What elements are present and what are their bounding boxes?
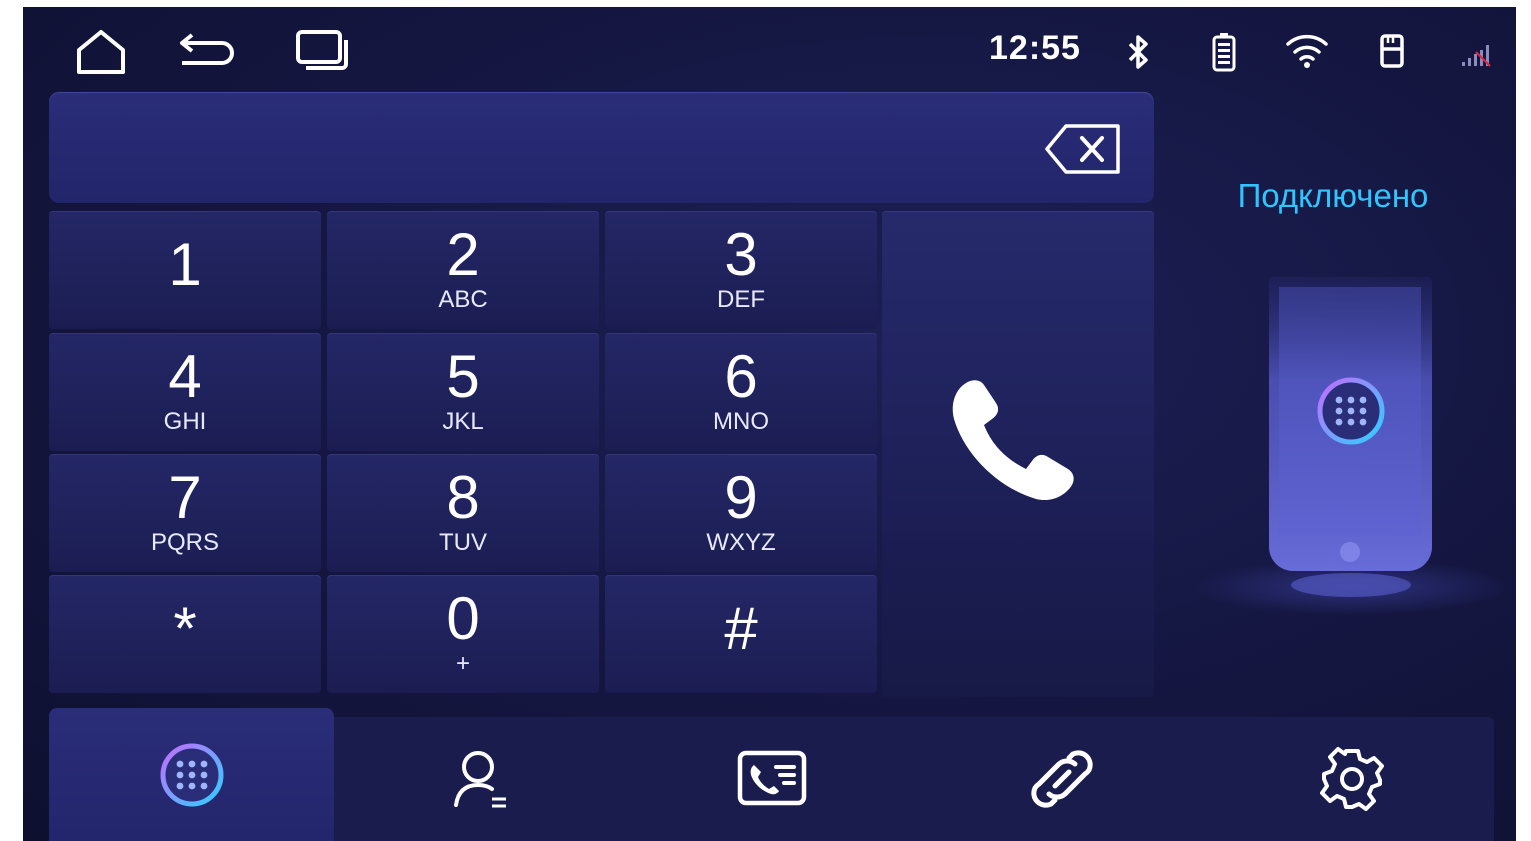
key-letters: MNO	[713, 408, 769, 435]
tab-call-log[interactable]	[629, 717, 914, 841]
key-letters: +	[455, 650, 470, 677]
home-icon[interactable]	[73, 27, 129, 77]
clock: 12:55	[989, 29, 1081, 67]
key-9[interactable]: 9 WXYZ	[605, 454, 877, 572]
key-6[interactable]: 6 MNO	[605, 333, 877, 451]
link-icon	[1030, 750, 1093, 808]
key-digit: 1	[168, 231, 202, 298]
key-4[interactable]: 4 GHI	[49, 333, 321, 451]
key-5[interactable]: 5 JKL	[327, 333, 599, 451]
key-star[interactable]: *	[49, 575, 321, 693]
key-letters: JKL	[442, 408, 484, 435]
bluetooth-icon	[1123, 33, 1153, 71]
connection-status: Подключено	[1237, 177, 1429, 214]
key-7[interactable]: 7 PQRS	[49, 454, 321, 572]
contacts-icon	[453, 751, 506, 808]
call-log-icon	[737, 750, 806, 806]
bottom-navigation	[49, 708, 1494, 841]
phone-handset-icon	[952, 380, 1074, 501]
key-digit: 7	[168, 464, 202, 531]
key-letters: ABC	[438, 286, 488, 313]
back-icon[interactable]	[175, 31, 237, 71]
battery-icon	[1209, 31, 1239, 73]
key-letters: TUV	[439, 529, 487, 556]
key-0[interactable]: 0 +	[327, 575, 599, 693]
wifi-icon	[1285, 31, 1329, 71]
tab-settings[interactable]	[1209, 717, 1494, 841]
phone-number-input[interactable]	[49, 92, 1154, 203]
call-button[interactable]	[882, 211, 1154, 697]
key-hash[interactable]: #	[605, 575, 877, 693]
key-letters: DEF	[717, 286, 765, 313]
tab-keypad[interactable]	[49, 708, 334, 841]
keypad-icon	[160, 743, 223, 806]
key-digit: #	[724, 595, 758, 662]
key-digit: 9	[724, 464, 758, 531]
key-digit: 2	[446, 221, 480, 288]
connected-phone-illustration	[1173, 247, 1513, 617]
key-digit: 0	[446, 585, 480, 652]
key-3[interactable]: 3 DEF	[605, 211, 877, 329]
key-digit: 8	[446, 464, 480, 531]
key-1[interactable]: 1	[49, 211, 321, 329]
backspace-button[interactable]	[1044, 122, 1124, 176]
key-8[interactable]: 8 TUV	[327, 454, 599, 572]
key-digit: 5	[446, 343, 480, 410]
backspace-icon	[1045, 124, 1120, 174]
tab-contacts[interactable]	[339, 717, 624, 841]
phone-app-screen: 12:55 1 2 ABC 3 DEF 4 GHI 5 JKL 6 MNO 7 PQRS 8 TUV 9 WXY…	[23, 7, 1516, 841]
recent-apps-icon[interactable]	[293, 27, 353, 75]
key-letters: WXYZ	[706, 529, 776, 556]
key-digit: 4	[168, 343, 202, 410]
key-digit: *	[173, 595, 197, 662]
sd-card-icon	[1377, 31, 1407, 71]
key-letters: PQRS	[150, 529, 219, 556]
settings-icon	[1319, 747, 1384, 811]
key-digit: 6	[724, 343, 758, 410]
tab-link[interactable]	[919, 717, 1204, 841]
key-letters: GHI	[163, 408, 207, 435]
key-digit: 3	[724, 221, 758, 288]
key-2[interactable]: 2 ABC	[327, 211, 599, 329]
signal-icon	[1459, 41, 1495, 69]
